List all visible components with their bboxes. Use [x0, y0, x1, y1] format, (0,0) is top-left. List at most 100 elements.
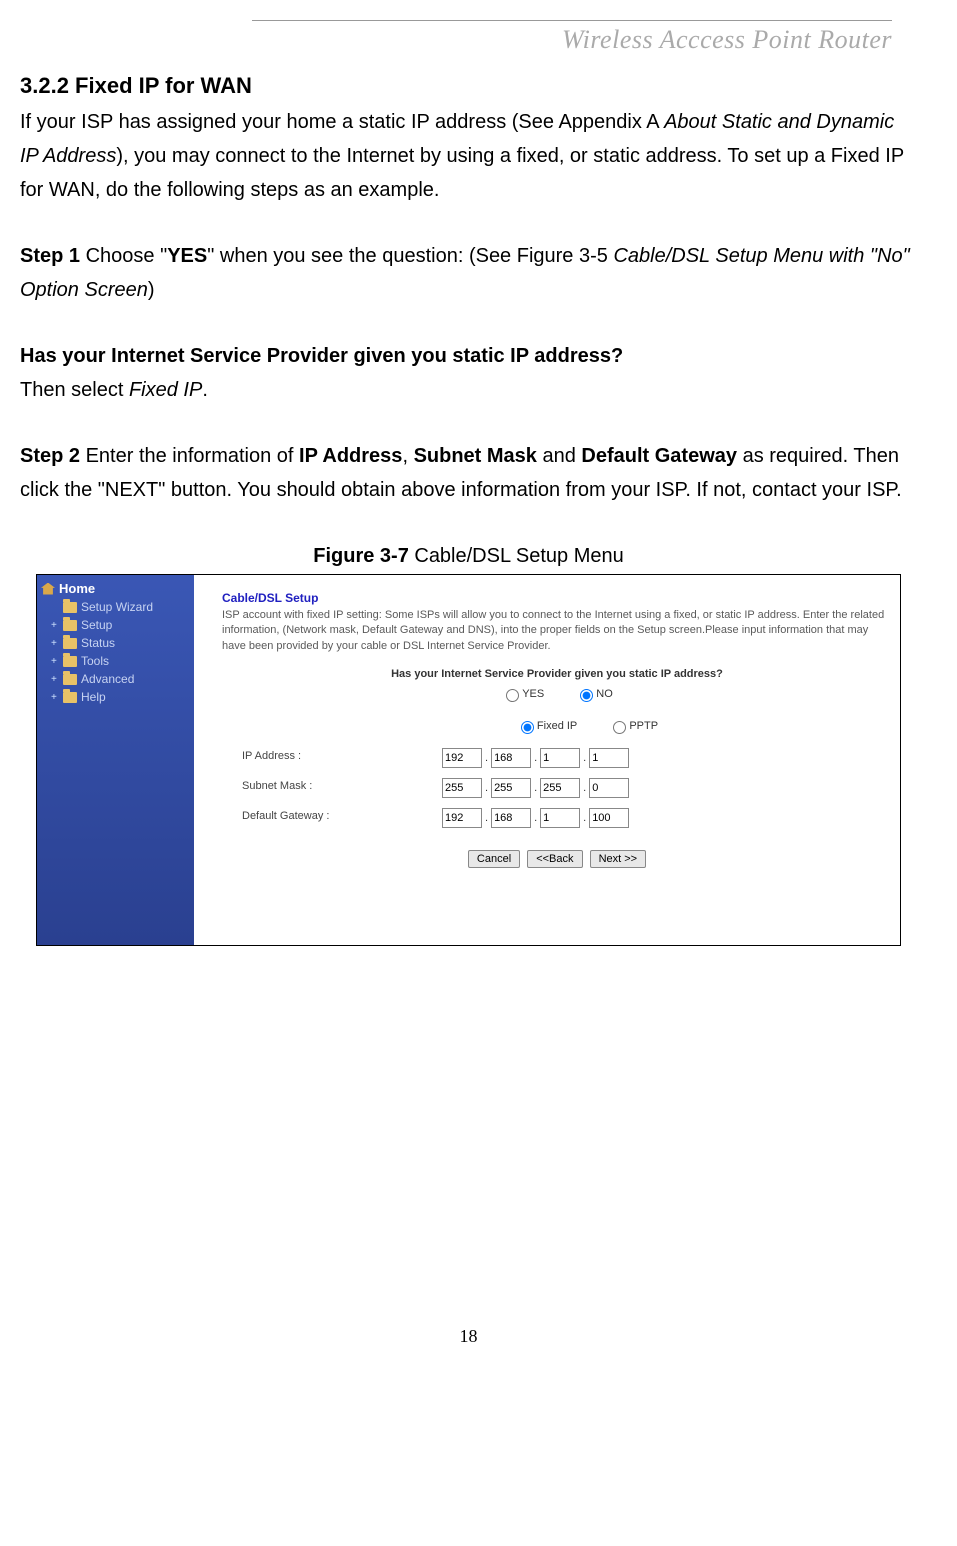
- radio-row-mode: Fixed IP PPTP: [222, 718, 892, 734]
- step1-label: Step 1: [20, 245, 80, 267]
- sidebar-home[interactable]: Home: [37, 579, 194, 598]
- paragraph-then: Then select Fixed IP.: [20, 373, 917, 407]
- gw-octet-1[interactable]: [442, 808, 482, 828]
- dot-separator: .: [484, 812, 489, 824]
- text: Enter the information of: [80, 445, 299, 467]
- folder-icon: [63, 656, 77, 667]
- folder-icon: [63, 602, 77, 613]
- radio-no[interactable]: NO: [575, 688, 613, 700]
- button-row: Cancel <<Back Next >>: [222, 850, 892, 868]
- form-grid: IP Address : . . . Subnet Mask : . . . D…: [242, 748, 892, 828]
- dot-separator: .: [484, 782, 489, 794]
- default-gateway-label: Default Gateway :: [242, 808, 442, 828]
- radio-yes-label: YES: [522, 688, 544, 700]
- ip-octet-2[interactable]: [491, 748, 531, 768]
- radio-fixed-ip-label: Fixed IP: [537, 720, 577, 732]
- expand-icon: +: [51, 692, 59, 703]
- expand-icon: +: [51, 638, 59, 649]
- radio-fixed-ip[interactable]: Fixed IP: [516, 720, 577, 732]
- sidebar-item-advanced[interactable]: + Advanced: [37, 670, 194, 688]
- mask-octet-1[interactable]: [442, 778, 482, 798]
- radio-pptp-input[interactable]: [613, 721, 626, 734]
- radio-pptp-label: PPTP: [629, 720, 658, 732]
- sidebar-home-label: Home: [59, 581, 95, 596]
- dot-separator: .: [582, 782, 587, 794]
- subnet-mask-label: Subnet Mask :: [242, 778, 442, 798]
- sidebar-item-label: Status: [81, 636, 115, 650]
- back-button[interactable]: <<Back: [527, 850, 582, 868]
- ip-address-octets: . . .: [442, 748, 892, 768]
- subnet-mask-octets: . . .: [442, 778, 892, 798]
- figure-text: Cable/DSL Setup Menu: [409, 545, 624, 567]
- sidebar-item-help[interactable]: + Help: [37, 688, 194, 706]
- radio-no-label: NO: [596, 688, 613, 700]
- text: If your ISP has assigned your home a sta…: [20, 111, 664, 133]
- default-gateway-octets: . . .: [442, 808, 892, 828]
- paragraph-step1: Step 1 Choose "YES" when you see the que…: [20, 239, 917, 307]
- paragraph-question: Has your Internet Service Provider given…: [20, 339, 917, 373]
- sidebar-item-setup-wizard[interactable]: Setup Wizard: [37, 598, 194, 616]
- content-pane: Cable/DSL Setup ISP account with fixed I…: [194, 575, 900, 945]
- dot-separator: .: [484, 752, 489, 764]
- text: ,: [402, 445, 413, 467]
- gw-octet-3[interactable]: [540, 808, 580, 828]
- gw-octet-4[interactable]: [589, 808, 629, 828]
- radio-no-input[interactable]: [580, 689, 593, 702]
- ip-octet-1[interactable]: [442, 748, 482, 768]
- text: .: [202, 379, 208, 401]
- radio-fixed-ip-input[interactable]: [521, 721, 534, 734]
- sidebar-item-status[interactable]: + Status: [37, 634, 194, 652]
- paragraph-intro: If your ISP has assigned your home a sta…: [20, 105, 917, 207]
- sidebar: Home Setup Wizard + Setup + Status + Too…: [37, 575, 194, 945]
- radio-yes[interactable]: YES: [501, 688, 544, 700]
- folder-icon: [63, 620, 77, 631]
- content-description: ISP account with fixed IP setting: Some …: [222, 608, 892, 654]
- figure-caption: Figure 3-7 Cable/DSL Setup Menu: [20, 545, 917, 568]
- sidebar-item-label: Help: [81, 690, 106, 704]
- radio-yes-input[interactable]: [506, 689, 519, 702]
- sidebar-item-label: Tools: [81, 654, 109, 668]
- ip-address-label: IP Address :: [242, 748, 442, 768]
- text-bold: IP Address: [299, 445, 402, 467]
- gw-octet-2[interactable]: [491, 808, 531, 828]
- section-heading: 3.2.2 Fixed IP for WAN: [20, 73, 917, 99]
- figure-label: Figure 3-7: [313, 545, 409, 567]
- radio-row-yes-no: YES NO: [222, 686, 892, 702]
- dot-separator: .: [533, 752, 538, 764]
- cancel-button[interactable]: Cancel: [468, 850, 520, 868]
- dot-separator: .: [533, 782, 538, 794]
- text: Then select: [20, 379, 129, 401]
- paragraph-step2: Step 2 Enter the information of IP Addre…: [20, 439, 917, 507]
- text: Choose ": [80, 245, 167, 267]
- dot-separator: .: [582, 752, 587, 764]
- text-bold: Subnet Mask: [414, 445, 537, 467]
- expand-icon: +: [51, 674, 59, 685]
- text: " when you see the question: (See Figure…: [207, 245, 613, 267]
- mask-octet-2[interactable]: [491, 778, 531, 798]
- expand-icon: +: [51, 656, 59, 667]
- question-bold: Has your Internet Service Provider given…: [20, 345, 623, 367]
- text-bold: Default Gateway: [581, 445, 737, 467]
- mask-octet-4[interactable]: [589, 778, 629, 798]
- text-italic: Fixed IP: [129, 379, 202, 401]
- screenshot-figure: Home Setup Wizard + Setup + Status + Too…: [36, 574, 901, 946]
- mask-octet-3[interactable]: [540, 778, 580, 798]
- sidebar-item-tools[interactable]: + Tools: [37, 652, 194, 670]
- folder-icon: [63, 638, 77, 649]
- sidebar-item-label: Setup Wizard: [81, 600, 153, 614]
- radio-pptp[interactable]: PPTP: [608, 720, 658, 732]
- sidebar-item-label: Setup: [81, 618, 112, 632]
- header-divider: [252, 20, 892, 21]
- page-number: 18: [20, 1326, 917, 1347]
- sidebar-item-setup[interactable]: + Setup: [37, 616, 194, 634]
- step2-label: Step 2: [20, 445, 80, 467]
- home-icon: [41, 583, 55, 595]
- running-header: Wireless Acccess Point Router: [20, 25, 892, 55]
- ip-octet-4[interactable]: [589, 748, 629, 768]
- next-button[interactable]: Next >>: [590, 850, 647, 868]
- dot-separator: .: [582, 812, 587, 824]
- ip-octet-3[interactable]: [540, 748, 580, 768]
- text: ): [148, 279, 155, 301]
- expand-icon: +: [51, 620, 59, 631]
- folder-icon: [63, 674, 77, 685]
